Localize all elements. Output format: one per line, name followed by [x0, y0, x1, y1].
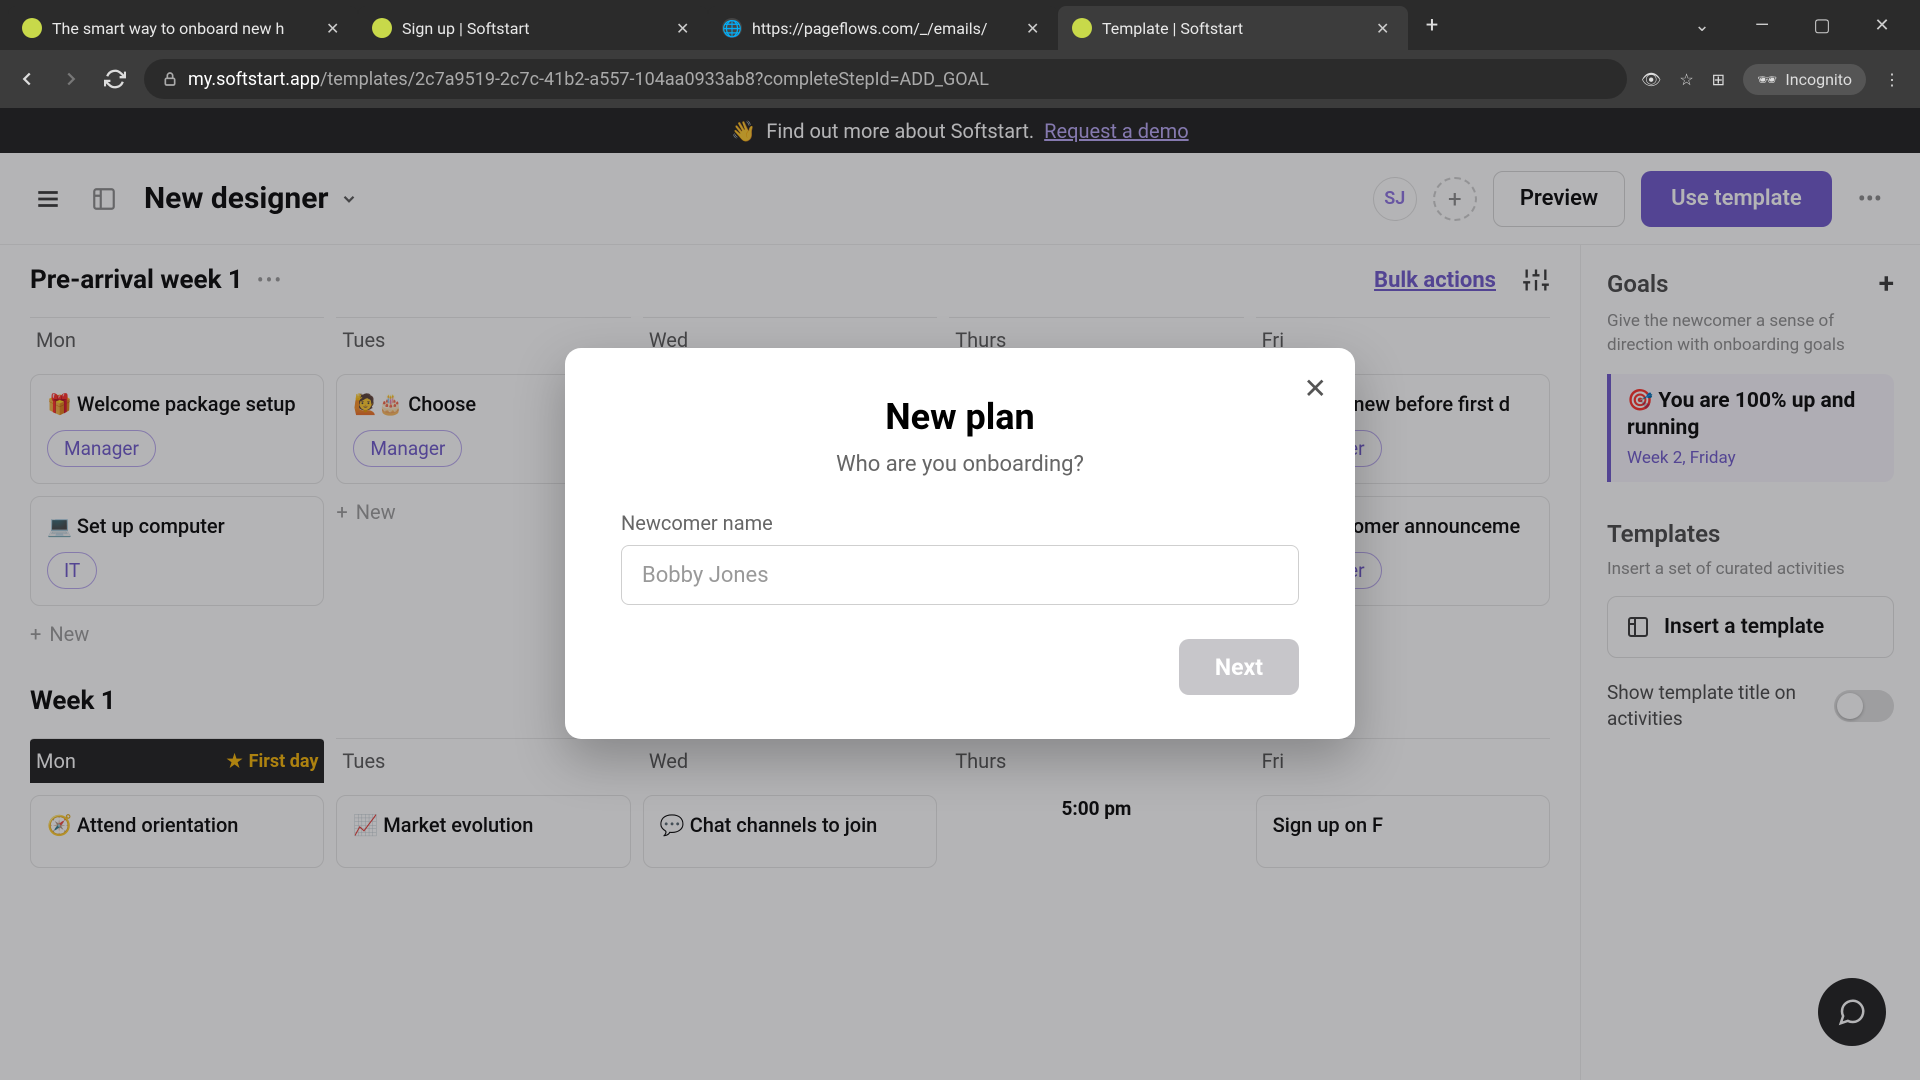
url-text: my.softstart.app/templates/2c7a9519-2c7c…: [188, 69, 989, 90]
tab-title: Sign up | Softstart: [402, 19, 666, 38]
close-icon[interactable]: ✕: [676, 19, 694, 37]
modal-close-button[interactable]: ✕: [1304, 372, 1327, 405]
new-plan-modal: ✕ New plan Who are you onboarding? Newco…: [565, 348, 1355, 739]
favicon-icon: [22, 18, 42, 38]
incognito-badge: 🕶 Incognito: [1743, 64, 1866, 95]
newcomer-name-input[interactable]: [621, 545, 1299, 605]
tab-title: Template | Softstart: [1102, 19, 1366, 38]
tab-title: The smart way to onboard new h: [52, 19, 316, 38]
favicon-icon: 🌐: [722, 18, 742, 38]
incognito-label: Incognito: [1785, 70, 1852, 89]
browser-tab[interactable]: Sign up | Softstart ✕: [358, 6, 708, 50]
close-icon[interactable]: ✕: [1376, 19, 1394, 37]
modal-overlay[interactable]: ✕ New plan Who are you onboarding? Newco…: [0, 108, 1920, 1080]
favicon-icon: [1072, 18, 1092, 38]
minimize-icon[interactable]: —: [1742, 15, 1782, 36]
field-label: Newcomer name: [621, 511, 1299, 535]
reload-button[interactable]: [100, 64, 130, 94]
new-tab-button[interactable]: +: [1416, 9, 1448, 41]
lock-icon: [162, 71, 178, 87]
browser-tab[interactable]: The smart way to onboard new h ✕: [8, 6, 358, 50]
chevron-down-icon[interactable]: ⌄: [1682, 15, 1722, 36]
star-icon[interactable]: ☆: [1679, 70, 1693, 89]
address-bar: my.softstart.app/templates/2c7a9519-2c7c…: [0, 50, 1920, 108]
close-icon[interactable]: ✕: [1026, 19, 1044, 37]
url-field[interactable]: my.softstart.app/templates/2c7a9519-2c7c…: [144, 59, 1627, 99]
tab-title: https://pageflows.com/_/emails/: [752, 19, 1016, 38]
browser-tab-strip: The smart way to onboard new h ✕ Sign up…: [0, 0, 1920, 50]
browser-tab-active[interactable]: Template | Softstart ✕: [1058, 6, 1408, 50]
maximize-icon[interactable]: ▢: [1802, 15, 1842, 36]
browser-tab[interactable]: 🌐 https://pageflows.com/_/emails/ ✕: [708, 6, 1058, 50]
forward-button[interactable]: [56, 64, 86, 94]
extensions-icon[interactable]: ⊞: [1712, 70, 1725, 89]
favicon-icon: [372, 18, 392, 38]
browser-menu-icon[interactable]: ⋮: [1884, 70, 1900, 89]
incognito-icon: 🕶: [1757, 70, 1777, 89]
modal-title: New plan: [621, 396, 1299, 438]
next-button[interactable]: Next: [1179, 639, 1299, 695]
close-window-icon[interactable]: ✕: [1862, 15, 1902, 36]
eye-off-icon[interactable]: 👁: [1641, 70, 1661, 89]
modal-subtitle: Who are you onboarding?: [621, 452, 1299, 477]
window-controls: ⌄ — ▢ ✕: [1682, 15, 1912, 36]
back-button[interactable]: [12, 64, 42, 94]
close-icon[interactable]: ✕: [326, 19, 344, 37]
